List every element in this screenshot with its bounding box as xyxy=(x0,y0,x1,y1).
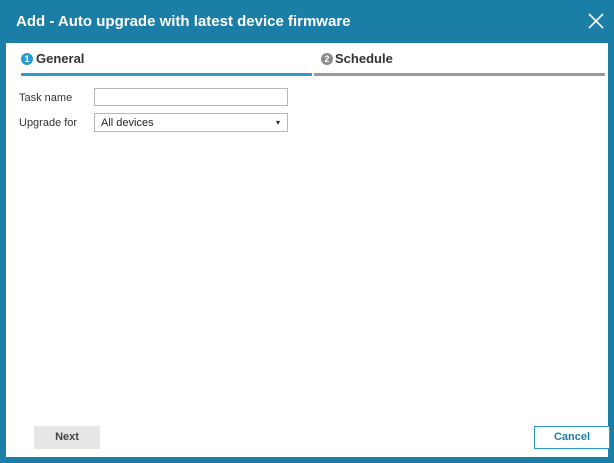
cancel-button[interactable]: Cancel xyxy=(534,426,610,449)
wizard-tabs: 1 General 2 Schedule xyxy=(21,48,605,76)
close-icon[interactable] xyxy=(586,11,606,31)
upgrade-for-label: Upgrade for xyxy=(19,117,78,129)
step-number-badge: 2 xyxy=(321,53,333,65)
tab-general[interactable]: 1 General xyxy=(21,48,312,76)
step-number-badge: 1 xyxy=(21,53,33,65)
dialog-titlebar: Add - Auto upgrade with latest device fi… xyxy=(0,0,614,43)
dialog-title: Add - Auto upgrade with latest device fi… xyxy=(16,13,351,30)
chevron-down-icon: ▾ xyxy=(275,118,280,127)
next-button[interactable]: Next xyxy=(34,426,100,449)
tab-schedule[interactable]: 2 Schedule xyxy=(314,48,605,76)
tab-label: General xyxy=(36,51,85,66)
upgrade-for-select[interactable]: All devices ▾ xyxy=(94,113,288,132)
tab-label: Schedule xyxy=(335,51,393,66)
task-name-label: Task name xyxy=(19,92,73,104)
upgrade-for-value: All devices xyxy=(101,117,154,129)
dialog: Add - Auto upgrade with latest device fi… xyxy=(0,0,614,463)
task-name-input[interactable] xyxy=(94,88,288,106)
